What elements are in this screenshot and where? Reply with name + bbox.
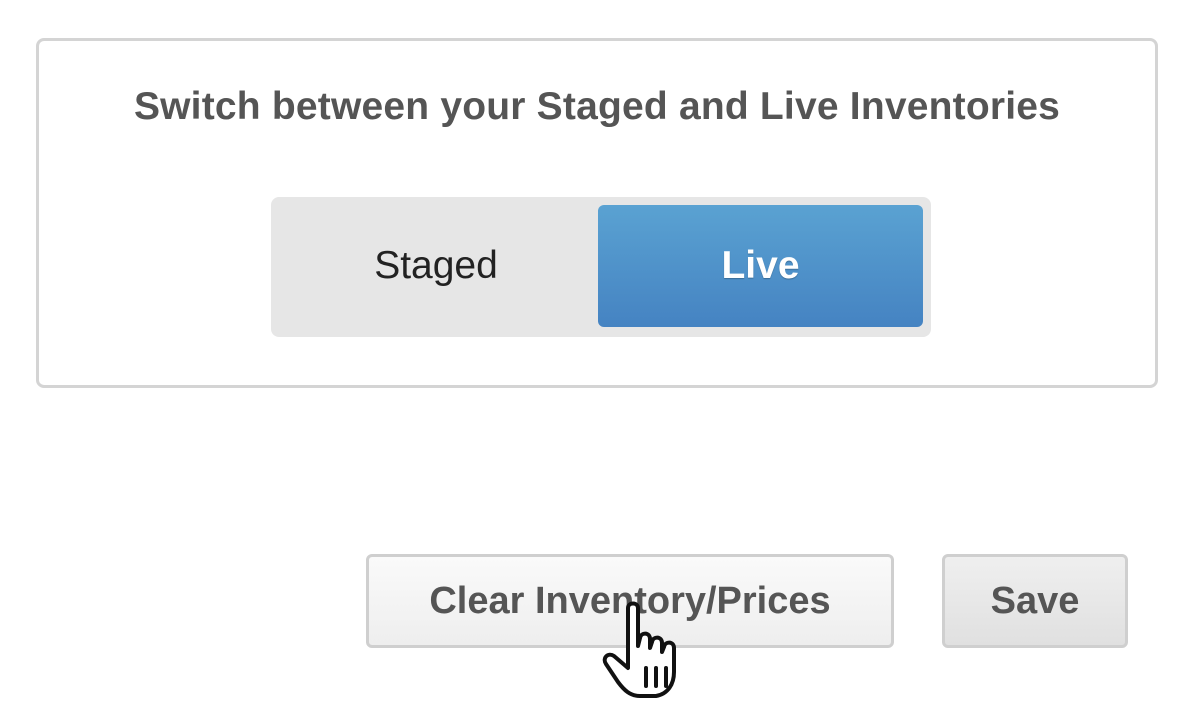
clear-inventory-prices-button[interactable]: Clear Inventory/Prices — [366, 554, 894, 648]
page: Switch between your Staged and Live Inve… — [0, 0, 1200, 712]
panel-title: Switch between your Staged and Live Inve… — [133, 85, 1061, 128]
toggle-option-staged[interactable]: Staged — [277, 205, 595, 327]
inventory-switch-panel: Switch between your Staged and Live Inve… — [36, 38, 1158, 388]
inventory-toggle: Staged Live — [271, 197, 931, 337]
toggle-option-live[interactable]: Live — [598, 205, 923, 327]
save-button[interactable]: Save — [942, 554, 1128, 648]
